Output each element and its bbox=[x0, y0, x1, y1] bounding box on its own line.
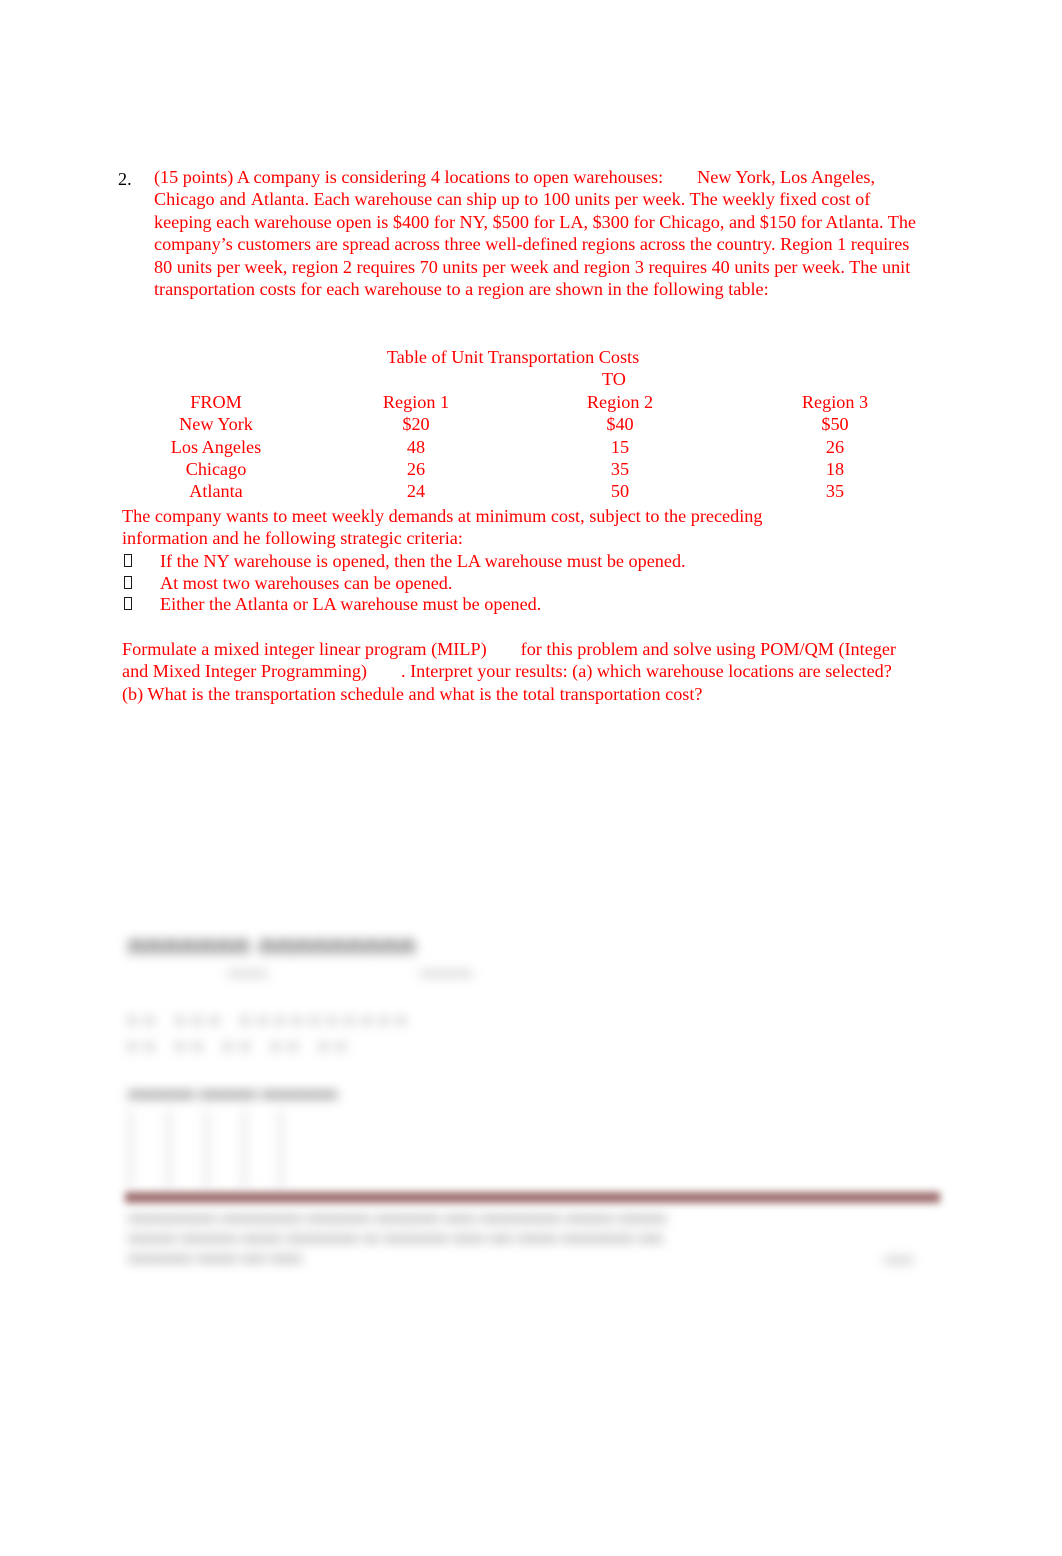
cell-cost-region-3: 26 bbox=[825, 436, 845, 457]
column-header-region-1: Region 1 bbox=[382, 391, 450, 412]
obscured-subheading-2: nnnnnnnn bbox=[420, 968, 473, 980]
obscured-grid bbox=[130, 1110, 290, 1188]
table-to-header: TO bbox=[602, 369, 626, 390]
document-page: 2. (15 points) A company is considering … bbox=[0, 0, 1062, 1556]
grid-line bbox=[168, 1110, 169, 1188]
transportation-cost-table-section: Table of Unit Transportation Costs TO FR… bbox=[118, 346, 948, 503]
question-city-atlanta: Atlanta bbox=[250, 189, 305, 210]
obscured-row-1: nn nnn nnnnnnnnnn bbox=[128, 1012, 415, 1029]
question-line1-part-c: , Los Angeles bbox=[770, 167, 871, 187]
cell-cost-region-1: $20 bbox=[402, 414, 430, 435]
cell-cost-region-3: 35 bbox=[825, 481, 845, 502]
criteria-list: If the NY warehouse is opened, then the … bbox=[122, 551, 922, 616]
cell-cost-region-1: 26 bbox=[406, 459, 426, 480]
obscured-subheading-1: nnnnnn bbox=[228, 968, 268, 980]
list-item: At most two warehouses can be opened. bbox=[122, 573, 922, 595]
column-header-region-3: Region 3 bbox=[801, 391, 869, 412]
table-title: Table of Unit Transportation Costs bbox=[386, 347, 640, 367]
closing-paragraph: Formulate a mixed integer linear program… bbox=[122, 638, 912, 705]
obscured-row-2: nn nn nn nn nn bbox=[128, 1038, 355, 1055]
list-item: Either the Atlanta or LA warehouse must … bbox=[122, 594, 922, 616]
closing-part-a: Formulate a mixed integer linear program… bbox=[122, 639, 487, 659]
list-item-label: At most two warehouses can be opened. bbox=[160, 572, 453, 593]
list-item: If the NY warehouse is opened, then the … bbox=[122, 551, 922, 573]
cell-cost-region-2: $40 bbox=[606, 414, 634, 435]
question-line1-part-a: (15 points) A company is considering 4 l… bbox=[154, 167, 664, 187]
cell-warehouse-name: Chicago bbox=[185, 459, 247, 480]
column-header-region-2: Region 2 bbox=[586, 391, 654, 412]
grid-line bbox=[206, 1110, 207, 1188]
list-item-label: Either the Atlanta or LA warehouse must … bbox=[160, 594, 542, 614]
cell-cost-region-1: 24 bbox=[406, 481, 426, 502]
question-number: 2. bbox=[118, 169, 132, 189]
cost-table: FROM Region 1 Region 2 Region 3 New York… bbox=[118, 391, 948, 503]
obscured-section-heading: nnnnnnn nnnnnn nnnnnnnn bbox=[128, 1086, 338, 1103]
criteria-intro-line-2: information and he following strategic c… bbox=[122, 528, 463, 549]
obscured-paragraph-1: nnnnnnnnnnn nnnnnnnnnn nnnnnnnn nnnnnnnn… bbox=[128, 1210, 667, 1226]
obscured-lower-content: nnnnnnn nnnnnnnnn nnnnnn nnnnnnnn nn nnn… bbox=[0, 900, 1062, 1320]
table-row: New York $20 $40 $50 bbox=[118, 413, 948, 435]
cell-cost-region-1: 48 bbox=[406, 436, 426, 457]
cell-cost-region-2: 35 bbox=[610, 459, 630, 480]
closing-part-d: . Interpret your results: (a) which ware… bbox=[400, 661, 794, 682]
obscured-paragraph-2: nnnnnn nnnnnnn nnnnn nnnnnnnnn nn nnnnnn… bbox=[128, 1230, 664, 1246]
question-line1-part-d: , bbox=[870, 167, 876, 187]
question-text: (15 points) A company is considering 4 l… bbox=[154, 166, 918, 300]
grid-line bbox=[244, 1110, 245, 1188]
cell-warehouse-name: Los Angeles bbox=[170, 436, 262, 457]
question-city-new-york: New York bbox=[697, 167, 771, 187]
obscured-paragraph-3: nnnnnnnn nnnnn nnn nnnn bbox=[128, 1250, 303, 1266]
cell-cost-region-3: $50 bbox=[821, 414, 849, 435]
cell-cost-region-2: 50 bbox=[610, 481, 630, 502]
question-block: 2. (15 points) A company is considering … bbox=[118, 166, 918, 300]
obscured-divider-bar bbox=[125, 1192, 940, 1203]
cell-warehouse-name: Atlanta bbox=[189, 481, 243, 502]
obscured-heading: nnnnnnn nnnnnnnnn bbox=[128, 930, 417, 960]
question-city-chicago: Chicago bbox=[154, 189, 215, 210]
question-conjunction-and: and bbox=[219, 189, 246, 210]
table-row: Chicago 26 35 18 bbox=[118, 458, 948, 480]
criteria-intro-line-1: The company wants to meet weekly demands… bbox=[122, 506, 763, 526]
table-header-row: FROM Region 1 Region 2 Region 3 bbox=[118, 391, 948, 413]
obscured-corner-label: nnnn bbox=[884, 1252, 913, 1267]
grid-line bbox=[280, 1110, 281, 1188]
question-line2-part-d: . Each warehouse can ship up to 100 unit… bbox=[304, 189, 851, 210]
cell-cost-region-3: 18 bbox=[825, 459, 845, 480]
cell-warehouse-name: New York bbox=[179, 414, 253, 435]
list-item-label: If the NY warehouse is opened, then the … bbox=[160, 551, 686, 571]
grid-line bbox=[130, 1110, 131, 1188]
table-row: Atlanta 24 50 35 bbox=[118, 480, 948, 502]
bullet-missing-glyph-icon bbox=[124, 575, 132, 589]
table-row: Los Angeles 48 15 26 bbox=[118, 436, 948, 458]
closing-part-b: for this problem and solve using POM/QM bbox=[520, 639, 834, 659]
cell-cost-region-2: 15 bbox=[610, 436, 630, 457]
bullet-missing-glyph-icon bbox=[124, 554, 132, 567]
criteria-intro: The company wants to meet weekly demands… bbox=[122, 505, 900, 550]
bullet-missing-glyph-icon bbox=[124, 597, 132, 610]
column-header-from: FROM bbox=[190, 391, 242, 412]
